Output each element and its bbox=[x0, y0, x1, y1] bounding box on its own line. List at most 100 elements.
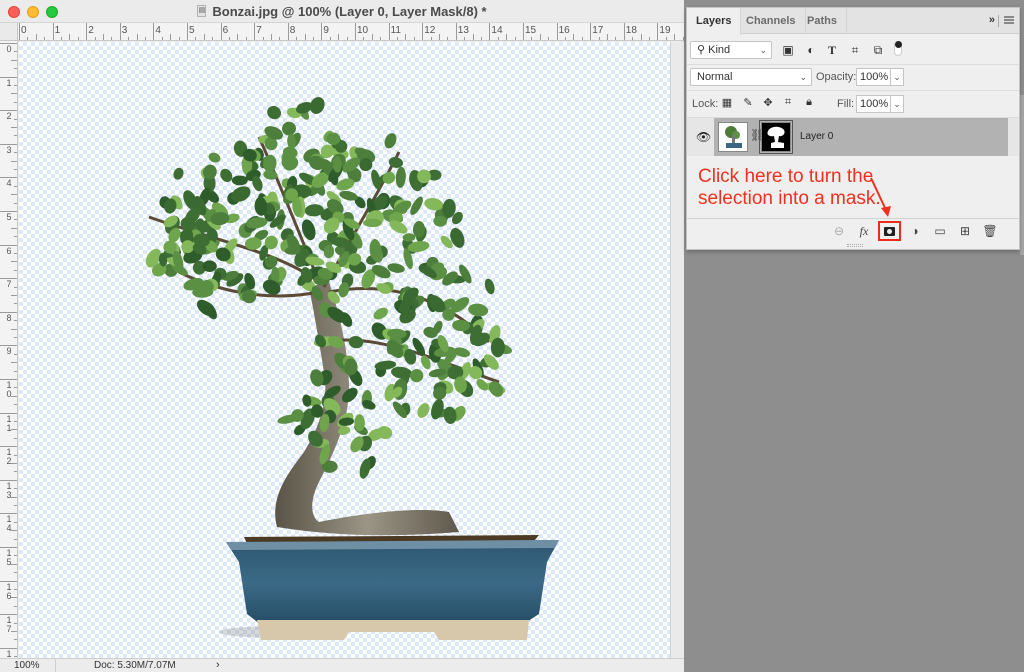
ruler-minor-tick bbox=[178, 37, 180, 40]
panel-resize-grip[interactable] bbox=[847, 244, 863, 247]
ruler-minor-tick bbox=[27, 37, 29, 40]
ruler-minor-tick bbox=[14, 118, 17, 120]
adjustment-layer-icon[interactable]: ◑ bbox=[906, 222, 924, 240]
ruler-minor-tick bbox=[11, 563, 17, 565]
ruler-minor-tick bbox=[14, 589, 17, 590]
ruler-label: 4 bbox=[155, 25, 161, 36]
smart-object-filter-icon[interactable]: ⧉ bbox=[871, 43, 885, 58]
opacity-field[interactable]: 100% bbox=[856, 68, 891, 86]
shape-filter-icon[interactable]: ⌗ bbox=[848, 43, 862, 58]
ruler-minor-tick bbox=[11, 295, 17, 296]
blend-row: Normal ⌄ Opacity: 100% ⌄ bbox=[687, 65, 1019, 91]
status-bar: 100% Doc: 5.30M/7.07M › bbox=[0, 658, 684, 672]
adjustment-filter-icon[interactable]: ◐ bbox=[804, 43, 818, 57]
ruler-label: 6 bbox=[6, 245, 12, 256]
vertical-ruler[interactable]: 012345678910111213141516171 bbox=[0, 41, 18, 658]
ruler-label: 19 bbox=[659, 25, 671, 36]
lock-artboard-icon[interactable]: ⌗ bbox=[781, 96, 795, 109]
ruler-minor-tick bbox=[464, 37, 466, 40]
ruler-label: 4 bbox=[6, 178, 12, 189]
ruler-minor-tick bbox=[598, 37, 600, 40]
ruler-minor-tick bbox=[229, 37, 230, 40]
horizontal-ruler[interactable]: 0 1 2 3 4 5 6 7 8 9 10 11 12 13 14 15 16 17 18 19 bbox=[18, 23, 684, 41]
leaf bbox=[443, 406, 457, 424]
bonsai-pot bbox=[226, 540, 559, 627]
ruler-minor-tick bbox=[14, 303, 17, 305]
ruler-minor-tick bbox=[682, 37, 684, 40]
link-layers-icon[interactable]: ⊖ bbox=[830, 222, 848, 240]
zoom-level-field[interactable]: 100% bbox=[14, 660, 40, 671]
lock-image-pixels-icon[interactable]: ✎ bbox=[741, 96, 755, 109]
vertical-scrollbar[interactable] bbox=[670, 42, 684, 658]
ruler-origin[interactable] bbox=[0, 23, 18, 41]
image-canvas[interactable] bbox=[19, 42, 670, 658]
lock-transparent-pixels-icon[interactable]: ▦ bbox=[720, 96, 734, 109]
ruler-minor-tick bbox=[338, 34, 340, 40]
collapse-panel-icon[interactable]: » bbox=[989, 14, 995, 26]
ruler-minor-tick bbox=[128, 37, 130, 40]
ruler-minor-tick bbox=[539, 34, 541, 40]
ruler-label: 8 bbox=[289, 25, 296, 36]
ruler-tick bbox=[657, 23, 659, 40]
ruler-minor-tick bbox=[14, 605, 17, 607]
lock-position-icon[interactable]: ✥ bbox=[761, 96, 775, 109]
ruler-minor-tick bbox=[14, 421, 17, 422]
new-layer-icon[interactable]: ⊞ bbox=[956, 222, 974, 240]
ruler-minor-tick bbox=[296, 37, 298, 40]
layer-thumbnail[interactable] bbox=[718, 122, 748, 152]
status-menu-arrow[interactable]: › bbox=[216, 659, 220, 671]
image-filter-icon[interactable]: ▣ bbox=[781, 43, 795, 57]
filter-kind-select[interactable]: ⚲ Kind ⌄ bbox=[690, 41, 772, 59]
blend-mode-select[interactable]: Normal ⌄ bbox=[690, 68, 812, 86]
lock-all-icon[interactable]: 🔒︎ bbox=[802, 96, 816, 109]
ruler-label: 0 bbox=[6, 44, 12, 54]
type-filter-icon[interactable]: T bbox=[825, 43, 839, 58]
ruler-tick bbox=[388, 23, 390, 40]
ruler-minor-tick bbox=[14, 454, 17, 456]
ruler-minor-tick bbox=[14, 135, 17, 137]
tab-channels[interactable]: Channels bbox=[737, 8, 806, 34]
fill-dropdown[interactable]: ⌄ bbox=[890, 95, 904, 113]
ruler-minor-tick bbox=[14, 370, 17, 372]
ruler-minor-tick bbox=[14, 85, 17, 86]
minimize-window-button[interactable] bbox=[27, 6, 39, 18]
filter-toggle-icon[interactable] bbox=[894, 41, 902, 56]
ruler-minor-tick bbox=[11, 395, 17, 397]
ruler-minor-tick bbox=[14, 488, 17, 490]
ruler-minor-tick bbox=[14, 337, 17, 338]
lock-row: Lock: Fill: 100% ⌄ bbox=[687, 91, 1019, 118]
fx-icon[interactable]: fx bbox=[855, 222, 873, 240]
ruler-minor-tick bbox=[439, 34, 440, 40]
panel-dock-edge bbox=[1020, 95, 1024, 255]
ruler-tick bbox=[153, 23, 155, 40]
layer-row[interactable]: 👁︎ ⛓︎ Layer 0 bbox=[687, 118, 1019, 156]
maximize-window-button[interactable] bbox=[46, 6, 58, 18]
fill-field[interactable]: 100% bbox=[856, 95, 891, 113]
annotation-arrow-icon bbox=[870, 177, 891, 217]
leaf bbox=[202, 260, 217, 272]
ruler-minor-tick bbox=[14, 639, 17, 641]
ruler-minor-tick bbox=[11, 328, 17, 330]
ruler-label: 9 bbox=[323, 25, 329, 36]
group-folder-icon[interactable]: ▭ bbox=[931, 222, 949, 240]
layer-name[interactable]: Layer 0 bbox=[800, 131, 833, 142]
trash-icon[interactable]: 🗑︎ bbox=[981, 222, 999, 240]
ruler-minor-tick bbox=[77, 37, 79, 40]
ruler-tick bbox=[590, 23, 592, 40]
ruler-minor-tick bbox=[11, 530, 17, 532]
visibility-eye-icon[interactable]: 👁︎ bbox=[696, 130, 711, 144]
layer-mask-thumbnail[interactable] bbox=[759, 120, 793, 154]
ruler-minor-tick bbox=[430, 37, 432, 40]
opacity-dropdown[interactable]: ⌄ bbox=[890, 68, 904, 86]
tab-layers[interactable]: Layers bbox=[687, 8, 742, 35]
tab-paths[interactable]: Paths bbox=[798, 8, 847, 34]
panel-menu-icon[interactable] bbox=[1004, 16, 1014, 24]
close-window-button[interactable] bbox=[8, 6, 20, 18]
ruler-tick bbox=[19, 23, 20, 40]
ruler-label: 14 bbox=[491, 25, 503, 36]
ruler-minor-tick bbox=[14, 169, 17, 170]
ruler-minor-tick bbox=[674, 34, 676, 40]
ruler-tick bbox=[455, 23, 457, 40]
ruler-minor-tick bbox=[11, 496, 17, 498]
ruler-label: 5 bbox=[189, 25, 195, 36]
